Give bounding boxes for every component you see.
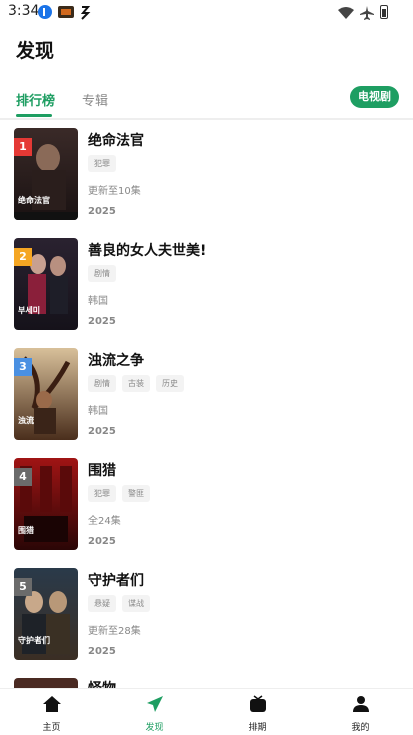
- region: 韩国: [88, 406, 108, 417]
- show-title[interactable]: 守护者们: [88, 570, 144, 590]
- release-year: 2025: [88, 316, 116, 327]
- tag-list: 剧情 古装 历史: [88, 375, 190, 392]
- release-year: 2025: [88, 536, 116, 547]
- poster-image[interactable]: 5 守护者们: [14, 568, 78, 660]
- show-title[interactable]: 浊流之争: [88, 350, 144, 370]
- tab-ranking[interactable]: 排行榜: [16, 90, 55, 109]
- poster-caption: 围猎: [18, 526, 34, 535]
- genre-tag: 历史: [156, 375, 184, 392]
- bottom-nav: 主页 发现 排期 我的: [0, 688, 413, 734]
- wifi-icon: [338, 5, 354, 19]
- airplane-icon: [360, 5, 374, 20]
- nav-profile[interactable]: 我的: [309, 689, 412, 735]
- nav-home[interactable]: 主页: [0, 689, 103, 735]
- tv-icon: [248, 695, 268, 713]
- page-title: 发现: [16, 40, 55, 62]
- home-icon: [42, 695, 62, 713]
- genre-tag: 剧情: [88, 375, 116, 392]
- list-item[interactable]: 2 부세미 善良的女人夫世美! 剧情 韩国 2025: [0, 236, 413, 346]
- divider: [0, 118, 413, 120]
- poster-caption: 守护者们: [18, 636, 50, 645]
- genre-tag: 犯罪: [88, 155, 116, 172]
- battery-icon: [380, 5, 388, 19]
- rank-badge: 3: [14, 358, 32, 376]
- list-item[interactable]: 4 围猎 围猎 犯罪 警匪 全24集 2025: [0, 456, 413, 566]
- episode-status: 更新至28集: [88, 626, 141, 637]
- genre-tag: 警匪: [122, 485, 150, 502]
- region: 韩国: [88, 296, 108, 307]
- genre-tag: 古装: [122, 375, 150, 392]
- app-icon: [78, 5, 92, 20]
- episode-status: 更新至10集: [88, 186, 141, 197]
- poster-caption: 绝命法官: [18, 196, 50, 205]
- tag-list: 剧情: [88, 265, 122, 282]
- poster-image[interactable]: 4 围猎: [14, 458, 78, 550]
- tag-list: 犯罪 警匪: [88, 485, 156, 502]
- nav-schedule[interactable]: 排期: [206, 689, 309, 735]
- app-icon: [58, 6, 74, 18]
- nav-label: 发现: [145, 723, 164, 733]
- status-time: 3:34: [8, 3, 40, 19]
- status-bar: 3:34: [0, 0, 413, 24]
- release-year: 2025: [88, 426, 116, 437]
- nav-discover[interactable]: 发现: [103, 689, 206, 735]
- tag-list: 犯罪: [88, 155, 122, 172]
- episode-count: 全24集: [88, 516, 121, 527]
- rank-badge: 1: [14, 138, 32, 156]
- tab-active-indicator: [16, 114, 52, 117]
- rank-badge: 5: [14, 578, 32, 596]
- person-icon: [351, 695, 371, 713]
- genre-tag: 悬疑: [88, 595, 116, 612]
- poster-image[interactable]: 2 부세미: [14, 238, 78, 330]
- rank-badge: 2: [14, 248, 32, 266]
- tag-list: 悬疑 谍战: [88, 595, 156, 612]
- list-item[interactable]: 1 绝命法官 绝命法官 犯罪 更新至10集 2025: [0, 126, 413, 236]
- genre-tag: 谍战: [122, 595, 150, 612]
- send-icon: [145, 695, 165, 713]
- list-item[interactable]: 5 守护者们 守护者们 悬疑 谍战 更新至28集 2025: [0, 566, 413, 676]
- tab-album[interactable]: 专辑: [82, 90, 108, 109]
- poster-caption: 부세미: [18, 306, 41, 315]
- release-year: 2025: [88, 646, 116, 657]
- list-item[interactable]: 3 浊流 浊流之争 剧情 古装 历史 韩国 2025: [0, 346, 413, 456]
- nav-label: 我的: [351, 723, 370, 733]
- nav-label: 主页: [42, 723, 61, 733]
- release-year: 2025: [88, 206, 116, 217]
- rank-badge: 4: [14, 468, 32, 486]
- download-icon: [38, 5, 52, 19]
- genre-tag: 剧情: [88, 265, 116, 282]
- genre-tag: 犯罪: [88, 485, 116, 502]
- poster-image[interactable]: 1 绝命法官: [14, 128, 78, 220]
- category-chip-tv[interactable]: 电视剧: [350, 86, 399, 108]
- show-title[interactable]: 围猎: [88, 460, 116, 480]
- poster-image[interactable]: 3 浊流: [14, 348, 78, 440]
- show-title[interactable]: 绝命法官: [88, 130, 144, 150]
- show-title[interactable]: 善良的女人夫世美!: [88, 240, 206, 260]
- poster-caption: 浊流: [18, 416, 34, 425]
- tab-bar: 排行榜 专辑 电视剧: [0, 84, 413, 120]
- nav-label: 排期: [248, 723, 267, 733]
